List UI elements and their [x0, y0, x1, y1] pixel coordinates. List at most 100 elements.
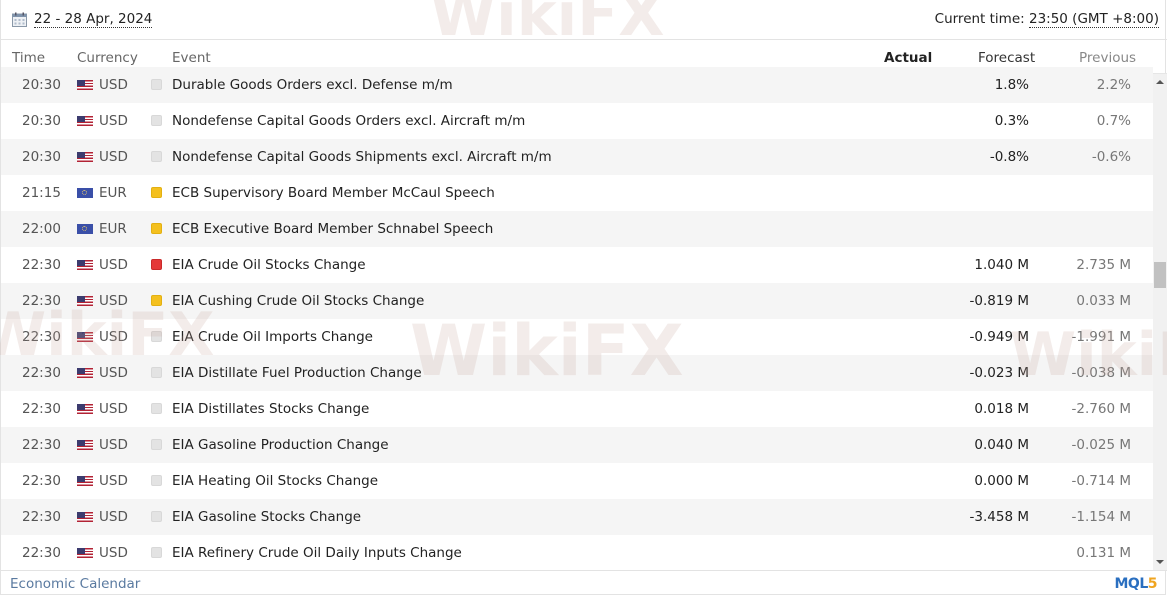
- timezone-selector[interactable]: 23:50 (GMT +8:00): [1028, 11, 1159, 28]
- scroll-up-arrow-icon[interactable]: [1156, 80, 1164, 84]
- current-time: Current time: 23:50 (GMT +8:00): [935, 11, 1159, 28]
- calendar-icon[interactable]: [12, 12, 27, 27]
- events-table-body: 20:30 USD Durable Goods Orders excl. Defen…: [1, 67, 1153, 570]
- importance-none-icon: [151, 403, 162, 414]
- event-name[interactable]: EIA Crude Oil Imports Change: [172, 328, 373, 346]
- event-currency: USD: [99, 113, 128, 129]
- us-flag-icon: [77, 152, 93, 162]
- calendar-header: 22 - 28 Apr, 2024 Current time: 23:50 (G…: [0, 0, 1167, 40]
- table-row[interactable]: 22:30 USD EIA Gasoline Stocks Change -3.458…: [1, 499, 1153, 535]
- event-currency: USD: [99, 437, 128, 453]
- mql5-logo[interactable]: MQL5: [1114, 576, 1157, 592]
- us-flag-icon: [77, 260, 93, 270]
- event-currency: USD: [99, 329, 128, 345]
- table-row[interactable]: 22:30 USD EIA Crude Oil Imports Change -0.9…: [1, 319, 1153, 355]
- scrollbar-thumb[interactable]: [1154, 262, 1166, 288]
- vertical-scrollbar[interactable]: [1153, 74, 1167, 570]
- event-name[interactable]: EIA Crude Oil Stocks Change: [172, 256, 366, 274]
- table-row[interactable]: 22:30 USD EIA Refinery Crude Oil Daily Inp…: [1, 535, 1153, 570]
- us-flag-icon: [77, 404, 93, 414]
- event-currency: USD: [99, 149, 128, 165]
- us-flag-icon: [77, 296, 93, 306]
- importance-medium-icon: [151, 295, 162, 306]
- event-time: 22:30: [22, 365, 61, 381]
- us-flag-icon: [77, 548, 93, 558]
- table-row[interactable]: 22:30 USD EIA Gasoline Production Change 0.…: [1, 427, 1153, 463]
- column-header-event: Event: [172, 50, 211, 66]
- event-time: 20:30: [22, 149, 61, 165]
- us-flag-icon: [77, 368, 93, 378]
- event-forecast: 0.018 M: [974, 401, 1029, 417]
- importance-none-icon: [151, 439, 162, 450]
- event-name[interactable]: EIA Cushing Crude Oil Stocks Change: [172, 292, 424, 310]
- table-row[interactable]: 22:00 EUR ECB Executive Board Member Schna…: [1, 211, 1153, 247]
- eu-flag-icon: [77, 224, 93, 234]
- event-name[interactable]: EIA Gasoline Production Change: [172, 436, 389, 454]
- event-forecast: -0.023 M: [969, 365, 1029, 381]
- calendar-footer: Economic Calendar MQL5: [0, 570, 1167, 596]
- event-currency: USD: [99, 545, 128, 561]
- event-name[interactable]: EIA Heating Oil Stocks Change: [172, 472, 378, 490]
- event-time: 22:30: [22, 329, 61, 345]
- event-name[interactable]: Durable Goods Orders excl. Defense m/m: [172, 76, 453, 94]
- event-time: 22:30: [22, 437, 61, 453]
- importance-high-icon: [151, 259, 162, 270]
- event-name[interactable]: Nondefense Capital Goods Orders excl. Ai…: [172, 112, 525, 130]
- scroll-down-arrow-icon[interactable]: [1156, 560, 1164, 564]
- event-name[interactable]: EIA Refinery Crude Oil Daily Inputs Chan…: [172, 544, 462, 562]
- event-time: 22:30: [22, 401, 61, 417]
- event-currency: USD: [99, 401, 128, 417]
- table-row[interactable]: 22:30 USD EIA Distillate Fuel Production C…: [1, 355, 1153, 391]
- table-row[interactable]: 20:30 USD Durable Goods Orders excl. Defen…: [1, 67, 1153, 103]
- event-previous: 0.131 M: [1076, 545, 1131, 561]
- event-currency: USD: [99, 257, 128, 273]
- column-header-time: Time: [12, 50, 46, 66]
- event-currency: EUR: [99, 221, 127, 237]
- table-row[interactable]: 22:30 USD EIA Heating Oil Stocks Change 0.0…: [1, 463, 1153, 499]
- event-forecast: 0.000 M: [974, 473, 1029, 489]
- event-time: 20:30: [22, 77, 61, 93]
- event-name[interactable]: EIA Distillate Fuel Production Change: [172, 364, 422, 382]
- event-previous: -0.038 M: [1071, 365, 1131, 381]
- event-previous: -2.760 M: [1071, 401, 1131, 417]
- event-forecast: 0.040 M: [974, 437, 1029, 453]
- importance-none-icon: [151, 331, 162, 342]
- importance-none-icon: [151, 511, 162, 522]
- event-currency: USD: [99, 293, 128, 309]
- event-previous: 0.033 M: [1076, 293, 1131, 309]
- column-header-previous: Previous: [1079, 50, 1137, 66]
- event-forecast: -3.458 M: [969, 509, 1029, 525]
- importance-none-icon: [151, 475, 162, 486]
- table-row[interactable]: 21:15 EUR ECB Supervisory Board Member McC…: [1, 175, 1153, 211]
- event-time: 22:30: [22, 257, 61, 273]
- event-time: 22:00: [22, 221, 61, 237]
- importance-none-icon: [151, 79, 162, 90]
- table-row[interactable]: 20:30 USD Nondefense Capital Goods Orders …: [1, 103, 1153, 139]
- event-name[interactable]: Nondefense Capital Goods Shipments excl.…: [172, 148, 552, 166]
- event-forecast: -0.949 M: [969, 329, 1029, 345]
- event-previous: 0.7%: [1096, 113, 1131, 129]
- event-name[interactable]: ECB Supervisory Board Member McCaul Spee…: [172, 184, 495, 202]
- table-row[interactable]: 20:30 USD Nondefense Capital Goods Shipmen…: [1, 139, 1153, 175]
- event-forecast: 1.040 M: [974, 257, 1029, 273]
- event-time: 22:30: [22, 473, 61, 489]
- event-previous: -0.6%: [1091, 149, 1131, 165]
- table-row[interactable]: 22:30 USD EIA Crude Oil Stocks Change 1.040…: [1, 247, 1153, 283]
- importance-none-icon: [151, 115, 162, 126]
- event-name[interactable]: ECB Executive Board Member Schnabel Spee…: [172, 220, 493, 238]
- table-row[interactable]: 22:30 USD EIA Cushing Crude Oil Stocks Cha…: [1, 283, 1153, 319]
- event-currency: EUR: [99, 185, 127, 201]
- event-previous: -1.154 M: [1071, 509, 1131, 525]
- us-flag-icon: [77, 332, 93, 342]
- event-name[interactable]: EIA Gasoline Stocks Change: [172, 508, 361, 526]
- event-currency: USD: [99, 365, 128, 381]
- event-previous: -0.025 M: [1071, 437, 1131, 453]
- date-range-selector[interactable]: 22 - 28 Apr, 2024: [34, 11, 153, 28]
- column-header-forecast: Forecast: [978, 50, 1036, 66]
- economic-calendar-link[interactable]: Economic Calendar: [10, 576, 140, 592]
- event-time: 22:30: [22, 509, 61, 525]
- logo-text: MQL: [1114, 576, 1148, 592]
- table-row[interactable]: 22:30 USD EIA Distillates Stocks Change 0.0…: [1, 391, 1153, 427]
- event-currency: USD: [99, 77, 128, 93]
- event-name[interactable]: EIA Distillates Stocks Change: [172, 400, 369, 418]
